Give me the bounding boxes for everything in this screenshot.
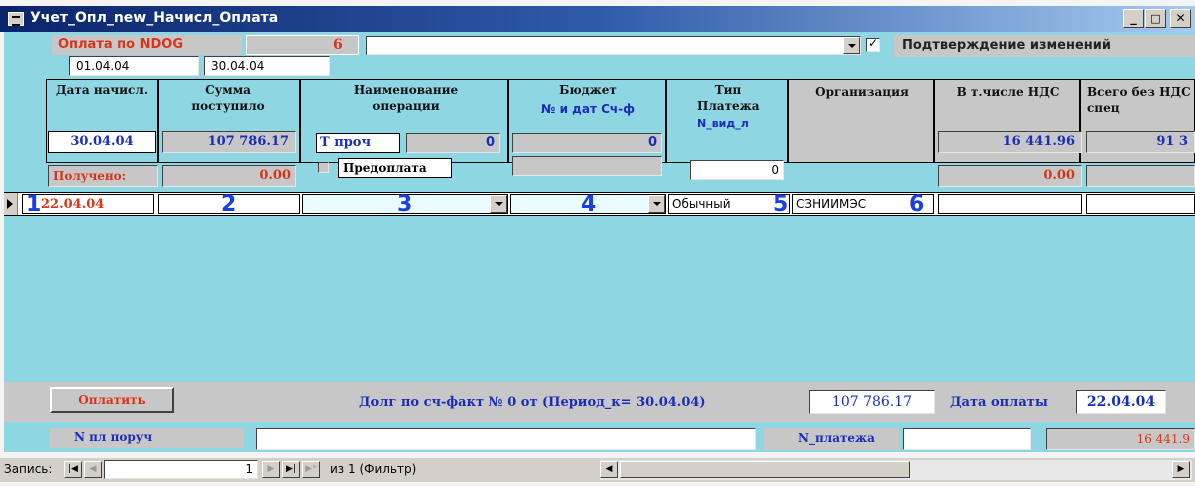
marker-3: 3: [397, 192, 413, 217]
col-paytype-label: Тип Платежа: [697, 83, 760, 113]
record-number-input[interactable]: 1: [104, 460, 258, 479]
row-opname-combo[interactable]: 3: [302, 192, 508, 217]
form-icon: [8, 12, 24, 26]
row-sum-cell[interactable]: 2: [158, 192, 300, 217]
access-form-window: Учет_Опл_new_Начисл_Оплата _ □ ✕ Оплата …: [0, 0, 1195, 486]
col-budget-sub: № и дат Сч-ф: [540, 102, 636, 116]
row-date: 22.04.04: [41, 197, 105, 212]
ndog-combo[interactable]: [366, 36, 861, 55]
record-navigation-bar: Запись: |◀ ◀ 1 ▶ ▶| ▶* из 1 (Фильтр) ◀ ▶: [0, 458, 1195, 482]
row-date-cell[interactable]: 1 22.04.04: [22, 192, 154, 217]
received-value: 0.00: [162, 165, 296, 187]
scroll-left-button[interactable]: ◀: [600, 461, 618, 478]
date-to-input[interactable]: 30.04.04: [204, 56, 330, 76]
summary-sum: 107 786.17: [162, 131, 296, 153]
ndog-label: Оплата по NDOG: [58, 37, 183, 52]
order-input[interactable]: [256, 428, 756, 450]
prev-record-button[interactable]: ◀: [84, 461, 102, 478]
confirm-label-box: Подтверждение изменений: [894, 35, 1195, 57]
pay-button[interactable]: Оплатить: [50, 387, 174, 413]
ndog-dropdown-button[interactable]: [843, 37, 860, 54]
marker-5: 5: [773, 192, 789, 217]
confirm-checkbox[interactable]: ✓: [866, 36, 880, 52]
received-label: Получено:: [48, 165, 158, 187]
col-vat-label: В т.числе НДС: [956, 85, 1060, 99]
col-sum-label: Сумма поступило: [191, 83, 265, 113]
order-label-box: N пл поруч: [50, 428, 244, 448]
record-label: Запись:: [4, 462, 53, 476]
pay-date-input[interactable]: 22.04.04: [1076, 390, 1166, 414]
col-org-label: Организация: [815, 85, 909, 99]
ndog-field[interactable]: 6: [246, 35, 359, 55]
scroll-thumb[interactable]: [620, 461, 910, 478]
col-paytype-sub: N_вид_л: [697, 117, 749, 130]
payment-label: N_платежа: [798, 431, 875, 445]
payment-label-box: N_платежа: [764, 428, 899, 450]
confirm-label: Подтверждение изменений: [902, 38, 1111, 53]
prepay-checkbox[interactable]: [318, 162, 329, 173]
marker-4: 4: [581, 192, 597, 217]
first-record-button[interactable]: |◀: [64, 461, 82, 478]
marker-2: 2: [221, 192, 237, 217]
horizontal-scrollbar[interactable]: ◀ ▶: [600, 460, 1192, 480]
form-body: Оплата по NDOG 6 ✓ Подтверждение изменен…: [4, 32, 1195, 452]
op-num-field: 0: [406, 133, 500, 153]
op-code-field[interactable]: Т проч: [316, 133, 400, 153]
marker-6: 6: [909, 192, 925, 217]
payment-input[interactable]: [903, 428, 1031, 450]
new-record-button[interactable]: ▶*: [302, 461, 320, 478]
row-paytype-cell[interactable]: Обычный 5: [668, 192, 790, 217]
budget-dropdown-button[interactable]: [648, 195, 665, 213]
summary-vat: 16 441.96: [938, 131, 1082, 153]
order-label: N пл поруч: [74, 430, 153, 444]
summary-vat2: 0.00: [938, 165, 1082, 187]
maximize-button[interactable]: □: [1145, 9, 1166, 28]
budget-num-field: 0: [512, 133, 662, 153]
title-bar: Учет_Опл_new_Начисл_Оплата _ □ ✕: [0, 6, 1195, 32]
row-paytype: Обычный: [672, 197, 731, 211]
col-paytype-header: Тип Платежа N_вид_л: [666, 79, 788, 163]
col-total-label: Всего без НДС и спец: [1087, 85, 1195, 115]
summary-total2: [1086, 165, 1195, 187]
row-budget-combo[interactable]: 4: [510, 192, 666, 217]
table-row[interactable]: 1 22.04.04 2 3 4 Обычный 5 СЗНИИМЭС 6: [4, 192, 1195, 216]
pay-button-label: Оплатить: [78, 393, 146, 407]
summary-total: 91 3: [1086, 131, 1195, 153]
debt-text: Долг по сч-факт № 0 от (Период_к= 30.04.…: [359, 395, 706, 410]
col-date-label: Дата начисл.: [55, 83, 149, 97]
col-budget-label: Бюджет: [559, 83, 617, 97]
remain-value: 16 441.9: [1046, 428, 1195, 450]
marker-1: 1: [26, 192, 42, 217]
record-selector[interactable]: [4, 193, 18, 215]
date-from-input[interactable]: 01.04.04: [69, 56, 199, 76]
last-record-button[interactable]: ▶|: [282, 461, 300, 478]
ndog-number: 6: [333, 37, 343, 53]
summary-date: 30.04.04: [48, 131, 156, 153]
row-vat-cell[interactable]: [938, 194, 1082, 214]
ndog-label-box: Оплата по NDOG: [52, 35, 242, 55]
paytype-num-field[interactable]: 0: [690, 160, 784, 180]
next-record-button[interactable]: ▶: [262, 461, 280, 478]
prepay-label: Предоплата: [338, 158, 452, 178]
col-opname-label: Наименование операции: [353, 83, 459, 113]
row-org-cell[interactable]: СЗНИИМЭС 6: [792, 192, 934, 217]
opname-dropdown-button[interactable]: [490, 195, 507, 213]
pay-date-label: Дата оплаты: [950, 395, 1048, 410]
row-total-cell[interactable]: [1086, 194, 1195, 214]
row-org: СЗНИИМЭС: [796, 197, 867, 211]
minimize-button[interactable]: _: [1123, 9, 1144, 28]
scroll-right-button[interactable]: ▶: [1172, 461, 1190, 478]
close-button[interactable]: ✕: [1170, 9, 1191, 28]
budget-empty-field: [512, 156, 662, 176]
debt-value: 107 786.17: [809, 390, 935, 414]
window-title: Учет_Опл_new_Начисл_Оплата: [30, 10, 279, 26]
record-count: из 1 (Фильтр): [330, 462, 417, 476]
col-org-header: Организация: [788, 79, 934, 163]
